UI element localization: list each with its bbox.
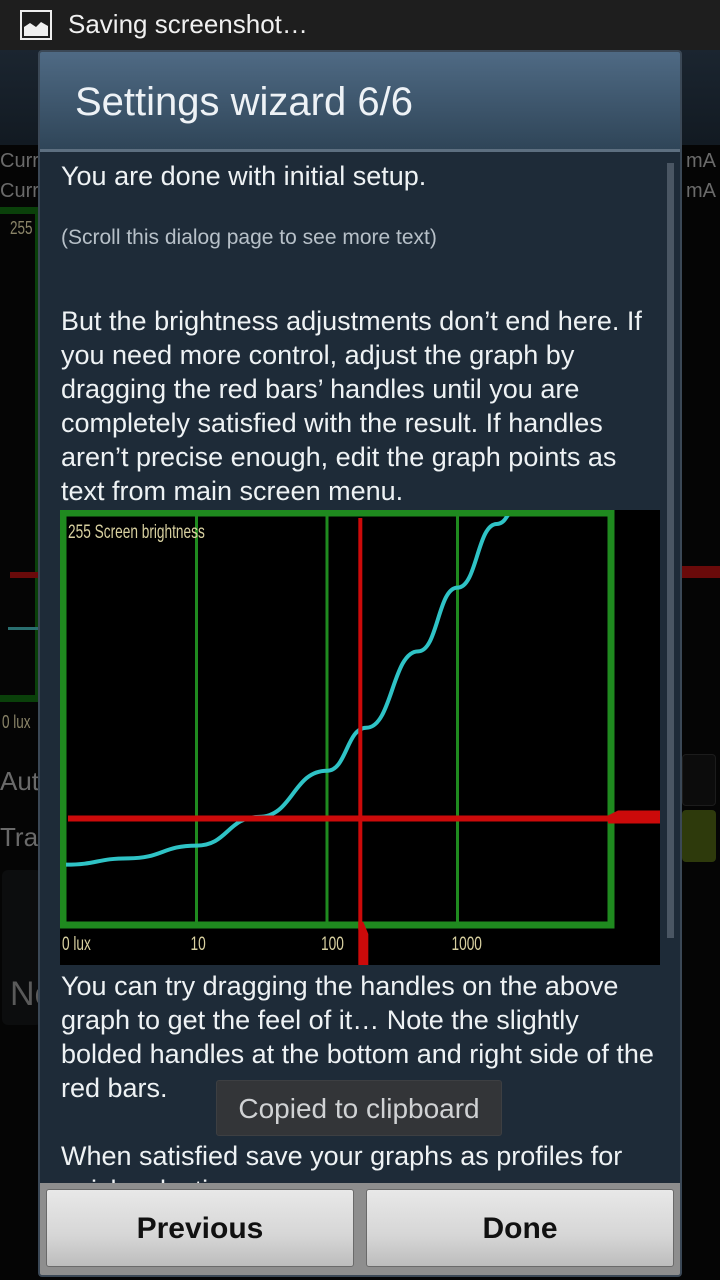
- status-text: Saving screenshot…: [68, 9, 308, 39]
- status-bar: Saving screenshot…: [0, 0, 720, 50]
- background-row-label: Curr: [0, 180, 39, 202]
- done-button[interactable]: Done: [366, 1189, 674, 1267]
- background-row-unit: mA: [686, 150, 716, 172]
- graph-canvas[interactable]: 0 lux 10 100 1000 255 Screen brightness: [60, 510, 660, 965]
- image-icon: [20, 10, 52, 40]
- body-text: But the brightness adjustments don’t end…: [61, 306, 642, 506]
- dialog-button-bar: Previous Done: [40, 1183, 680, 1275]
- brightness-curve: [66, 516, 510, 867]
- background-red-bar: [10, 572, 40, 578]
- background-field: [682, 754, 716, 806]
- scroll-hint-text: (Scroll this dialog page to see more tex…: [61, 226, 437, 249]
- dialog-scroll-content[interactable]: You are done with initial setup. (Scroll…: [40, 155, 680, 1183]
- dialog-title: Settings wizard 6/6: [75, 80, 413, 124]
- screen: Saving screenshot… Curr Curr mA mA 255 0…: [0, 0, 720, 1280]
- background-graph-label: 0 lux: [2, 712, 31, 732]
- x-tick-label: 10: [191, 933, 206, 955]
- background-graph-label: 255: [10, 218, 33, 238]
- previous-button[interactable]: Previous: [46, 1189, 354, 1267]
- x-tick-label: 100: [321, 933, 344, 955]
- background-red-bar: [682, 566, 720, 578]
- toast-message: Copied to clipboard: [216, 1080, 502, 1136]
- background-row-unit: mA: [686, 180, 716, 202]
- graph-frame: [60, 510, 615, 929]
- x-tick-label: 0 lux: [62, 933, 91, 955]
- dialog-title-bar: Settings wizard 6/6: [40, 52, 680, 152]
- scrollbar[interactable]: [667, 163, 674, 938]
- y-axis-label: 255 Screen brightness: [68, 521, 205, 543]
- closing-text: When satisfied save your graphs as profi…: [61, 1141, 623, 1183]
- background-row-label: Curr: [0, 150, 39, 172]
- horizontal-bar-handle: [608, 810, 660, 824]
- background-curve: [8, 627, 40, 630]
- background-item: Tra: [0, 822, 39, 852]
- background-item: Aut: [0, 766, 40, 796]
- intro-text: You are done with initial setup.: [61, 161, 427, 191]
- background-button: [682, 810, 716, 862]
- brightness-graph[interactable]: 0 lux 10 100 1000 255 Screen brightness: [60, 510, 660, 965]
- x-tick-label: 1000: [452, 933, 482, 955]
